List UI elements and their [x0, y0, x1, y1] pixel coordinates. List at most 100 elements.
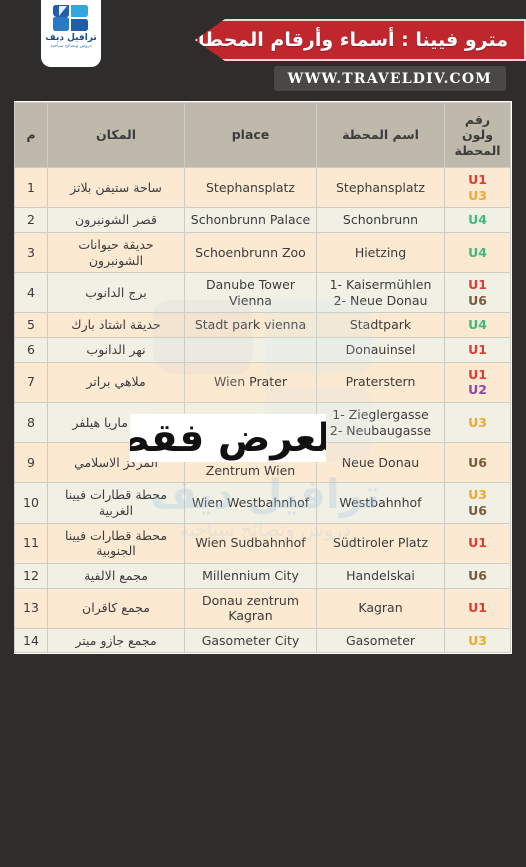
cell-station-name: Stadtpark: [316, 312, 445, 338]
cell-station-name: Schonbrunn: [316, 207, 445, 233]
title-ribbon: مترو فيينا : أسماء وأرقام المحطات: [195, 19, 526, 61]
cell-line-badge: U3: [444, 627, 511, 654]
cell-location: نهر الدانوب: [47, 337, 185, 363]
line-code: U1: [468, 600, 487, 616]
cell-line-badge: U1 U2: [444, 361, 511, 403]
stations-table-container: رقم ولون المحطة اسم المحطة place المكان …: [14, 101, 512, 655]
cell-index: 1: [14, 166, 48, 209]
cell-place: Stephansplatz: [184, 166, 317, 209]
cell-line-badge: U6: [444, 562, 511, 589]
cell-location: قصر الشونبرون: [47, 207, 185, 233]
column-header-location: المكان: [47, 102, 185, 168]
cell-station-name: 1- Kaisermühlen 2- Neue Donau: [316, 272, 445, 314]
cell-line-badge: U1: [444, 587, 511, 629]
cell-line-badge: U1: [444, 522, 511, 564]
column-header-station: اسم المحطة: [316, 102, 445, 168]
logo-tagline: دروس ونصائح سياحية: [50, 44, 92, 49]
cell-place: Wien Sudbahnhof: [184, 522, 317, 564]
page-header: ترافيل ديف دروس ونصائح سياحية مترو فيينا…: [0, 0, 526, 95]
line-code: U1: [468, 535, 487, 551]
cell-line-badge: U3: [444, 401, 511, 444]
line-code: U3: [468, 487, 487, 503]
cell-station-name: Südtiroler Platz: [316, 522, 445, 564]
cell-station-name: Kagran: [316, 587, 445, 629]
line-code: U3: [468, 187, 487, 203]
cell-station-name: Handelskai: [316, 562, 445, 589]
line-code: U1: [468, 342, 487, 357]
cell-place: [184, 337, 317, 363]
cell-station-name: Neue Donau: [316, 442, 445, 484]
table-header: رقم ولون المحطة اسم المحطة place المكان …: [14, 102, 511, 168]
table-header-row: رقم ولون المحطة اسم المحطة place المكان …: [14, 102, 511, 168]
table-row: U1 U6 1- Kaisermühlen 2- Neue Donau Danube T…: [14, 272, 511, 314]
table-row: U3 Gasometer Gasometer City مجمع جازو ميتر 1…: [14, 627, 511, 654]
cell-station-name: Westbahnhof: [316, 482, 445, 524]
cell-place: Donau zentrum Kagran: [184, 587, 317, 629]
table-row: U1 U3 Stephansplatz Stephansplatz ساحة ستيفن…: [14, 166, 511, 209]
cell-location: برج الدانوب: [47, 272, 185, 314]
cell-index: 4: [14, 272, 48, 314]
cell-line-badge: U3 U6: [444, 482, 511, 524]
display-only-label: للعرض فقط: [130, 415, 326, 461]
cell-location: مجمع جازو ميتر: [47, 627, 185, 654]
cell-line-badge: U1 U3: [444, 166, 511, 209]
cell-place: Wien Prater: [184, 361, 317, 403]
line-code: U4: [468, 244, 487, 260]
cell-index: 13: [14, 587, 48, 629]
column-header-index: م: [14, 102, 48, 168]
cell-location: ساحة ستيفن بلاتز: [47, 166, 185, 209]
line-code: U1: [468, 366, 487, 382]
line-code: U4: [468, 212, 487, 228]
cell-location: مجمع الالفية: [47, 562, 185, 589]
cell-index: 7: [14, 361, 48, 403]
table-row: U4 Stadtpark Stadt park vienna حديقة اشتاد …: [14, 312, 511, 338]
cell-line-badge: U6: [444, 442, 511, 484]
table-body: U1 U3 Stephansplatz Stephansplatz ساحة ستيفن…: [14, 166, 511, 654]
table-row: U1 U2 Praterstern Wien Prater ملاهي براتر 7: [14, 361, 511, 403]
cell-location: ملاهي براتر: [47, 361, 185, 403]
line-code: U2: [468, 382, 487, 398]
cell-index: 6: [14, 337, 48, 363]
brand-logo: ترافيل ديف دروس ونصائح سياحية: [41, 0, 101, 67]
cell-index: 12: [14, 562, 48, 589]
line-code: U6: [468, 454, 487, 470]
cell-location: حديقة حيوانات الشونبرون: [47, 231, 185, 274]
cell-place: Wien Westbahnhof: [184, 482, 317, 524]
stations-table: رقم ولون المحطة اسم المحطة place المكان …: [14, 102, 511, 654]
cell-station-name: Hietzing: [316, 231, 445, 274]
cell-station-name: Donauinsel: [316, 337, 445, 363]
cell-location: حديقة اشتاد بارك: [47, 312, 185, 338]
cell-place: Schonbrunn Palace: [184, 207, 317, 233]
column-header-place: place: [184, 102, 317, 168]
line-code: U3: [468, 632, 487, 648]
table-row: U1 Donauinsel نهر الدانوب 6: [14, 337, 511, 363]
cell-index: 8: [14, 401, 48, 444]
cell-place: Schoenbrunn Zoo: [184, 231, 317, 274]
cell-index: 2: [14, 207, 48, 233]
website-url: WWW.TRAVELDIV.COM: [287, 70, 492, 87]
cell-station-name: 1- Zieglergasse 2- Neubaugasse: [316, 401, 445, 444]
table-row: U6 Handelskai Millennium City مجمع الالفية 1…: [14, 562, 511, 589]
table-row: U3 U6 Westbahnhof Wien Westbahnhof محطة قطار…: [14, 482, 511, 524]
line-code: U1: [468, 277, 487, 293]
cell-place: Stadt park vienna: [184, 312, 317, 338]
cell-location: مجمع كاقران: [47, 587, 185, 629]
cell-line-badge: U4: [444, 231, 511, 274]
cell-index: 3: [14, 231, 48, 274]
table-row: U1 Südtiroler Platz Wien Sudbahnhof محطة قط…: [14, 522, 511, 564]
table-row: U4 Schonbrunn Schonbrunn Palace قصر الشونبر…: [14, 207, 511, 233]
cell-index: 14: [14, 627, 48, 654]
cell-index: 9: [14, 442, 48, 484]
cell-station-name: Stephansplatz: [316, 166, 445, 209]
cell-line-badge: U1: [444, 337, 511, 363]
line-code: U6: [468, 567, 487, 583]
cell-index: 5: [14, 312, 48, 338]
cell-station-name: Praterstern: [316, 361, 445, 403]
title-banner: مترو فيينا : أسماء وأرقام المحطات: [195, 19, 526, 61]
line-code: U3: [468, 414, 487, 430]
cell-line-badge: U1 U6: [444, 272, 511, 314]
line-code: U6: [468, 503, 487, 518]
cell-location: محطة قطارات فيينا الغربية: [47, 482, 185, 524]
display-only-overlay: للعرض فقط: [130, 414, 326, 462]
line-code: U4: [468, 317, 487, 333]
